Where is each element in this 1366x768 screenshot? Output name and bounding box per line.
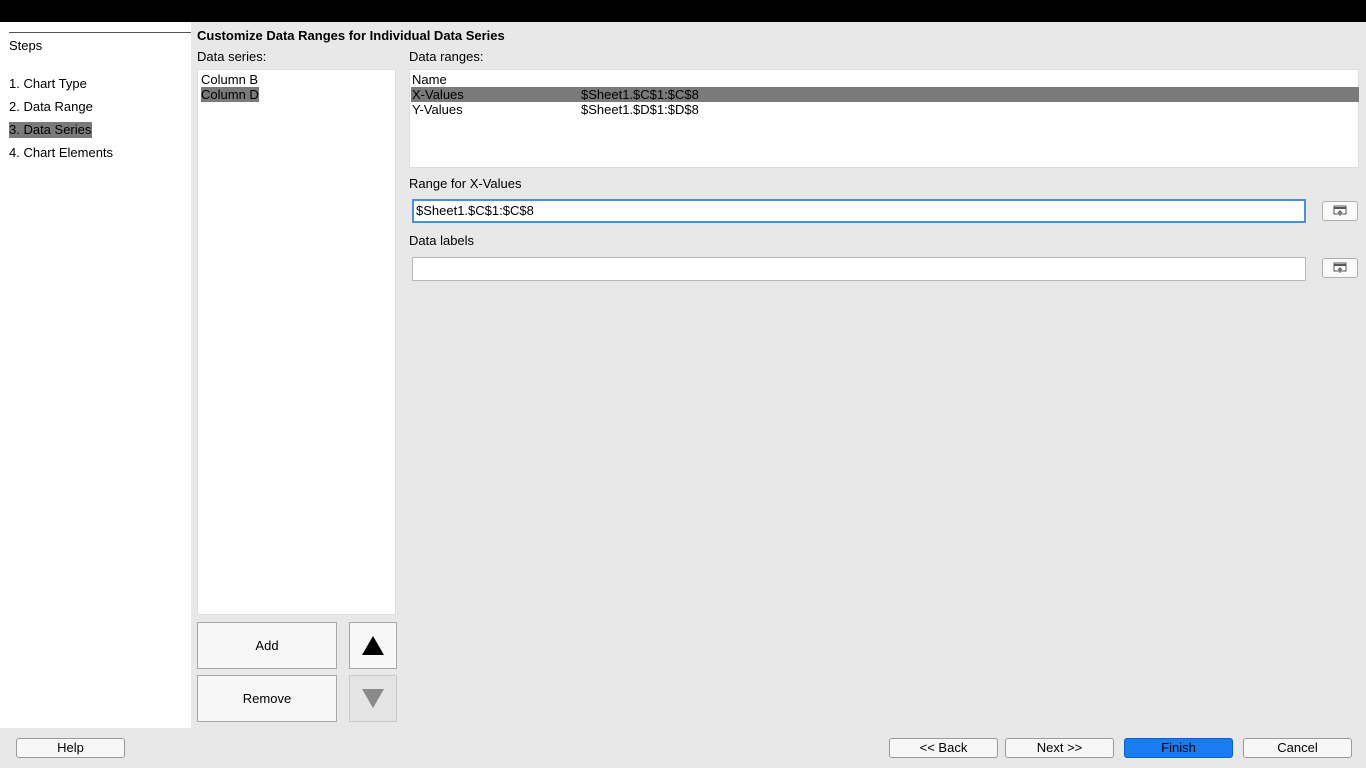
range-input[interactable]: $Sheet1.$C$1:$C$8 xyxy=(412,199,1306,223)
remove-button[interactable]: Remove xyxy=(197,675,337,722)
back-button[interactable]: << Back xyxy=(889,738,998,758)
range-name: X-Values xyxy=(412,87,464,102)
step-data-series[interactable]: 3. Data Series xyxy=(9,122,93,138)
range-name: Y-Values xyxy=(412,102,463,117)
finish-button[interactable]: Finish xyxy=(1124,738,1233,758)
window-title-bar xyxy=(0,0,1366,22)
page-title: Customize Data Ranges for Individual Dat… xyxy=(197,28,505,43)
steps-separator xyxy=(9,32,191,33)
data-labels-label: Data labels xyxy=(409,233,475,248)
steps-panel: Steps 1. Chart Type 2. Data Range 3. Dat… xyxy=(0,22,191,728)
range-value: $Sheet1.$D$1:$D$8 xyxy=(581,102,699,117)
steps-title: Steps xyxy=(9,38,43,53)
next-button[interactable]: Next >> xyxy=(1005,738,1114,758)
data-series-list[interactable]: Column B Column D xyxy=(197,69,396,615)
triangle-down-icon xyxy=(362,689,384,708)
list-item[interactable]: Column B xyxy=(201,72,258,87)
table-row[interactable]: X-Values $Sheet1.$C$1:$C$8 xyxy=(411,87,1359,102)
triangle-up-icon xyxy=(362,636,384,655)
step-chart-elements[interactable]: 4. Chart Elements xyxy=(9,145,114,161)
step-chart-type[interactable]: 1. Chart Type xyxy=(9,76,88,92)
move-down-button[interactable] xyxy=(349,675,397,722)
list-item-selected[interactable]: Column D xyxy=(201,87,259,102)
shrink-dialog-icon xyxy=(1333,205,1347,216)
range-for-label: Range for X-Values xyxy=(409,176,522,191)
data-labels-input[interactable] xyxy=(412,257,1306,281)
data-ranges-table[interactable]: Name X-Values $Sheet1.$C$1:$C$8 Y-Values… xyxy=(409,69,1359,168)
move-up-button[interactable] xyxy=(349,622,397,669)
help-button[interactable]: Help xyxy=(16,738,125,758)
add-button[interactable]: Add xyxy=(197,622,337,669)
range-value: $Sheet1.$C$1:$C$8 xyxy=(581,87,699,102)
data-series-label: Data series: xyxy=(197,49,267,64)
data-ranges-label: Data ranges: xyxy=(409,49,484,64)
shrink-labels-button[interactable] xyxy=(1322,258,1358,278)
cancel-button[interactable]: Cancel xyxy=(1243,738,1352,758)
ranges-column-header: Name xyxy=(412,72,447,87)
shrink-dialog-icon xyxy=(1333,262,1347,273)
shrink-range-button[interactable] xyxy=(1322,201,1358,221)
table-row[interactable]: Y-Values $Sheet1.$D$1:$D$8 xyxy=(411,102,1359,117)
step-data-range[interactable]: 2. Data Range xyxy=(9,99,94,115)
